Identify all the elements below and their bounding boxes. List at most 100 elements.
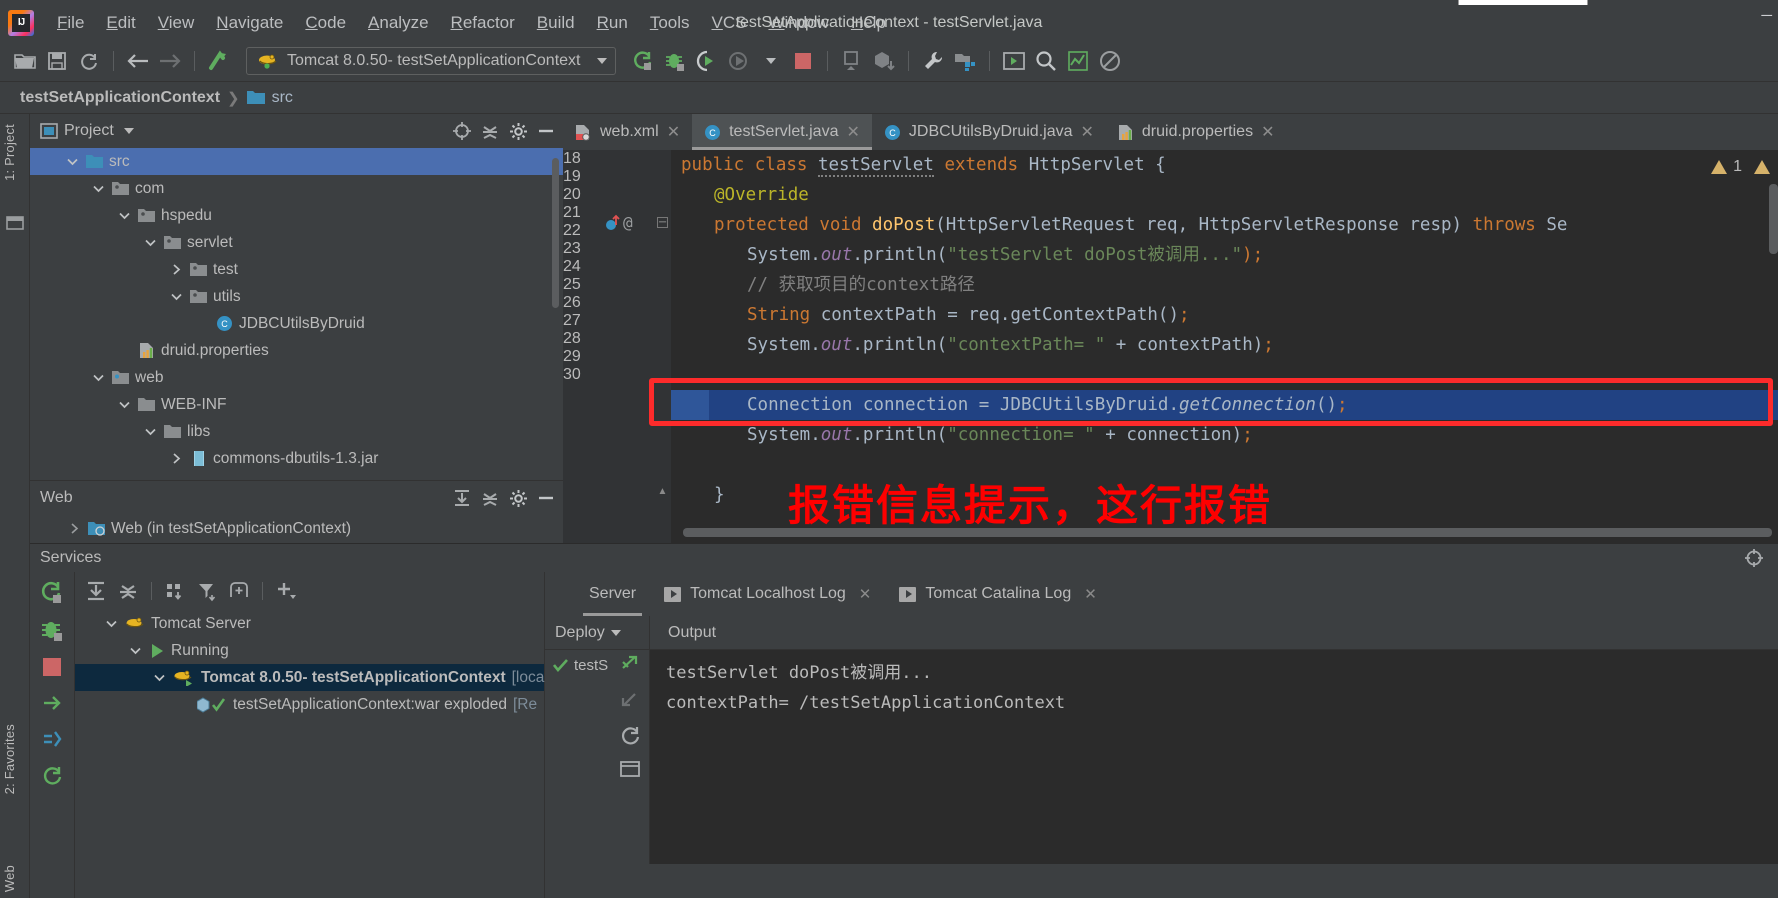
chevron-down-icon[interactable] xyxy=(756,46,786,76)
menu-item-navigate[interactable]: Navigate xyxy=(205,9,294,37)
collapse-all-icon[interactable] xyxy=(479,487,501,509)
add-frame-icon[interactable] xyxy=(228,580,250,602)
forward-arrow-icon[interactable] xyxy=(155,46,185,76)
search-everywhere-icon[interactable] xyxy=(1031,46,1061,76)
services-tree-item[interactable]: testSetApplicationContext:war exploded [… xyxy=(75,691,544,718)
code-line[interactable]: } xyxy=(714,480,725,510)
code-fold-end-icon[interactable]: ▲ xyxy=(657,487,668,498)
add-icon[interactable] xyxy=(275,580,297,602)
services-tree-item[interactable]: Tomcat Server xyxy=(75,610,544,637)
menu-item-code[interactable]: Code xyxy=(294,9,357,37)
chevron-down-icon[interactable] xyxy=(127,643,143,659)
project-tree-item[interactable]: WEB-INF xyxy=(30,391,563,418)
stop-icon[interactable] xyxy=(41,656,63,678)
tool-tab-project[interactable]: 1: Project xyxy=(2,124,17,181)
collapse-all-icon[interactable] xyxy=(117,580,139,602)
menu-item-edit[interactable]: Edit xyxy=(95,9,146,37)
back-arrow-icon[interactable] xyxy=(123,46,153,76)
web-tree-item[interactable]: Web (in testSetApplicationContext) xyxy=(30,515,563,542)
chevron-down-icon[interactable] xyxy=(90,370,106,386)
code-editor[interactable]: 18 19 20 21 22 23 24 25 26 27 28 29 30 public class … xyxy=(563,150,1778,543)
deploy-column-header[interactable]: Deploy xyxy=(545,616,650,649)
locate-icon[interactable] xyxy=(451,120,473,142)
project-scrollbar[interactable] xyxy=(552,158,559,308)
project-tree-item[interactable]: C JDBCUtilsByDruid xyxy=(30,310,563,337)
chevron-right-icon[interactable] xyxy=(168,451,184,467)
run-with-coverage-icon[interactable] xyxy=(692,46,722,76)
project-tree-item[interactable]: libs xyxy=(30,418,563,445)
code-line[interactable]: String contextPath = req.getContextPath(… xyxy=(747,300,1190,330)
override-gutter-marker[interactable]: @ xyxy=(605,213,633,232)
terminal-icon[interactable] xyxy=(999,46,1029,76)
window-controls[interactable]: ─ xyxy=(1761,8,1772,23)
menu-item-view[interactable]: View xyxy=(147,9,206,37)
structure-icon[interactable] xyxy=(6,214,24,232)
rerun-icon[interactable] xyxy=(628,46,658,76)
run-configuration-selector[interactable]: Tomcat 8.0.50- testSetApplicationContext xyxy=(246,47,616,75)
project-tree[interactable]: src com hspedu servlet test utils C JDBCUtilsBy… xyxy=(30,148,563,472)
menu-item-analyze[interactable]: Analyze xyxy=(357,9,439,37)
console-icon[interactable] xyxy=(619,760,641,780)
menu-item-refactor[interactable]: Refactor xyxy=(440,9,526,37)
inspection-summary[interactable]: 1 xyxy=(1711,158,1770,176)
close-icon[interactable]: ✕ xyxy=(1084,585,1097,603)
disable-icon[interactable] xyxy=(1095,46,1125,76)
redeploy-icon[interactable] xyxy=(41,692,63,714)
menu-item-build[interactable]: Build xyxy=(526,9,586,37)
code-line[interactable]: @Override xyxy=(714,180,809,210)
project-tree-item[interactable]: src xyxy=(30,148,563,175)
collapse-all-icon[interactable] xyxy=(479,120,501,142)
profile-icon[interactable] xyxy=(724,46,754,76)
editor-vertical-scrollbar[interactable] xyxy=(1769,184,1778,254)
chevron-right-icon[interactable] xyxy=(168,262,184,278)
menu-item-run[interactable]: Run xyxy=(586,9,639,37)
project-tree-item[interactable]: com xyxy=(30,175,563,202)
project-tree-item[interactable]: druid.properties xyxy=(30,337,563,364)
restart-icon[interactable] xyxy=(41,728,63,750)
rerun-icon[interactable] xyxy=(40,580,64,604)
breadcrumb-folder[interactable]: src xyxy=(272,89,293,107)
chevron-down-icon[interactable] xyxy=(123,128,134,134)
deploy-arrow-icon[interactable] xyxy=(619,652,641,674)
project-structure-icon[interactable] xyxy=(950,46,980,76)
services-tree-item[interactable]: Tomcat 8.0.50- testSetApplicationContext… xyxy=(75,664,552,691)
output-column-header[interactable]: Output xyxy=(650,616,716,649)
debug-icon[interactable] xyxy=(40,618,64,642)
chevron-down-icon[interactable] xyxy=(597,58,607,64)
refresh-icon[interactable] xyxy=(619,724,641,746)
close-icon[interactable]: ✕ xyxy=(1080,122,1093,142)
gear-icon[interactable] xyxy=(507,487,529,509)
editor-tab-druid-properties[interactable]: druid.properties ✕ xyxy=(1106,114,1287,150)
open-folder-icon[interactable] xyxy=(10,46,40,76)
filter-icon[interactable] xyxy=(196,580,218,602)
chevron-down-icon[interactable] xyxy=(151,670,167,686)
project-tree-item[interactable]: test xyxy=(30,256,563,283)
sync-icon[interactable] xyxy=(74,46,104,76)
expand-all-icon[interactable] xyxy=(451,487,473,509)
chevron-down-icon[interactable] xyxy=(116,397,132,413)
build-icon[interactable] xyxy=(837,46,867,76)
tool-tab-web[interactable]: Web xyxy=(2,865,17,892)
tool-tab-favorites[interactable]: 2: Favorites xyxy=(2,724,17,794)
group-icon[interactable] xyxy=(164,580,186,602)
chevron-down-icon[interactable] xyxy=(90,181,106,197)
chevron-down-icon[interactable] xyxy=(103,616,119,632)
minimize-icon[interactable]: ─ xyxy=(1761,8,1772,23)
chevron-down-icon[interactable] xyxy=(142,424,158,440)
menu-item-file[interactable]: File xyxy=(46,9,95,37)
project-tree-item[interactable]: commons-dbutils-1.3.jar xyxy=(30,445,563,472)
hide-icon[interactable] xyxy=(535,487,557,509)
code-line[interactable]: protected void doPost(HttpServletRequest… xyxy=(714,210,1567,240)
project-tree-item[interactable]: utils xyxy=(30,283,563,310)
stop-icon[interactable] xyxy=(788,46,818,76)
chevron-down-icon[interactable] xyxy=(116,208,132,224)
services-tree[interactable]: Tomcat Server Running Tomcat 8.0.50- testS… xyxy=(75,610,552,718)
update-project-icon[interactable] xyxy=(204,46,234,76)
close-icon[interactable]: ✕ xyxy=(846,122,859,142)
log-tab-tomcat-localhost-log[interactable]: Tomcat Localhost Log ✕ xyxy=(650,572,885,616)
menu-item-tools[interactable]: Tools xyxy=(639,9,701,37)
chevron-right-icon[interactable] xyxy=(66,521,82,537)
project-tree-item[interactable]: hspedu xyxy=(30,202,563,229)
code-line[interactable]: public class testServlet extends HttpSer… xyxy=(681,150,1166,180)
save-icon[interactable] xyxy=(42,46,72,76)
